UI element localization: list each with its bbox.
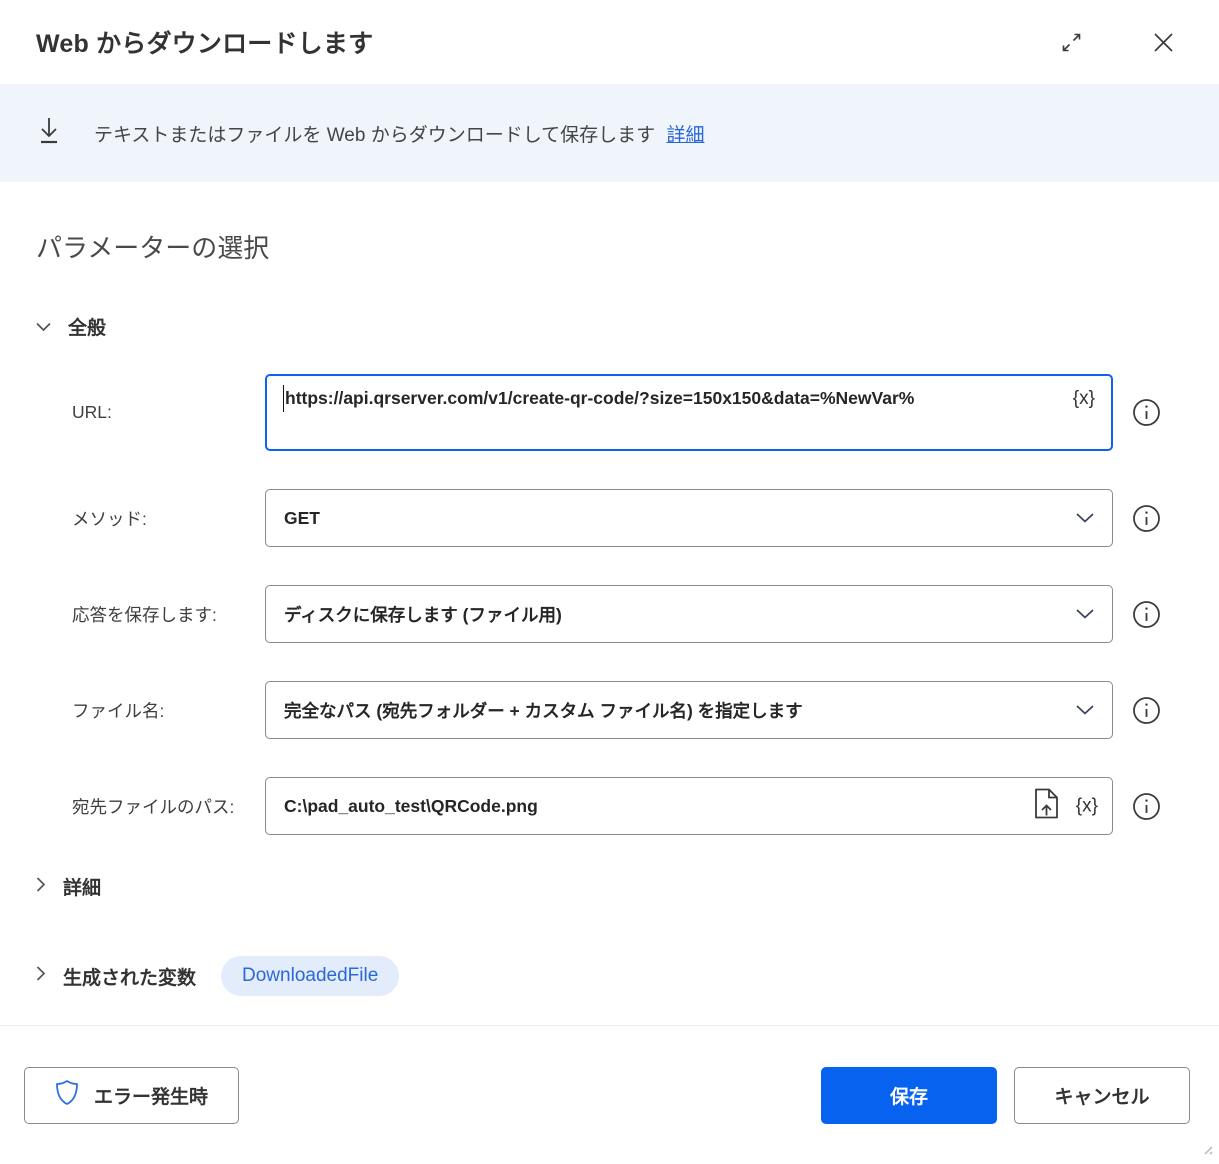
chevron-right-icon [36, 876, 46, 897]
url-label: URL: [72, 402, 112, 422]
section-variables-toggle[interactable]: 生成された変数 DownloadedFile [36, 956, 1183, 996]
info-icon[interactable] [1132, 792, 1161, 821]
save-response-select[interactable]: ディスクに保存します (ファイル用) [265, 585, 1113, 643]
save-response-label: 応答を保存します: [72, 604, 217, 625]
destination-path-value: C:\pad_auto_test\QRCode.png [284, 795, 538, 816]
shield-icon [55, 1079, 79, 1112]
section-general-label: 全般 [68, 318, 107, 339]
field-row-method: メソッド: GET [36, 489, 1183, 547]
url-input[interactable]: https://api.qrserver.com/v1/create-qr-co… [265, 374, 1113, 451]
generated-variable-pill[interactable]: DownloadedFile [221, 956, 400, 996]
on-error-label: エラー発生時 [94, 1086, 209, 1108]
expand-dialog-icon[interactable] [1057, 28, 1086, 57]
section-general-toggle[interactable]: 全般 [36, 313, 1183, 340]
section-advanced-toggle[interactable]: 詳細 [36, 873, 1183, 900]
action-description: テキストまたはファイルを Web からダウンロードして保存します 詳細 [94, 124, 705, 146]
file-picker-icon[interactable] [1033, 788, 1060, 825]
save-button[interactable]: 保存 [821, 1066, 997, 1124]
variable-picker-icon[interactable]: {x} [1076, 795, 1098, 817]
info-icon[interactable] [1132, 696, 1161, 725]
section-variables-label: 生成された変数 [63, 967, 197, 989]
section-advanced-label: 詳細 [63, 878, 102, 899]
parameters-heading: パラメーターの選択 [36, 233, 270, 263]
method-select[interactable]: GET [265, 489, 1113, 547]
save-response-value: ディスクに保存します (ファイル用) [284, 604, 562, 625]
method-label: メソッド: [72, 508, 147, 529]
info-icon[interactable] [1132, 504, 1161, 533]
file-name-label: ファイル名: [72, 700, 165, 721]
dialog-footer: エラー発生時 保存 キャンセル [0, 1025, 1219, 1164]
chevron-down-icon [36, 322, 51, 332]
cancel-button[interactable]: キャンセル [1014, 1066, 1190, 1124]
close-icon[interactable] [1148, 27, 1179, 58]
file-name-value: 完全なパス (宛先フォルダー + カスタム ファイル名) を指定します [284, 700, 803, 721]
chevron-down-icon [1076, 705, 1094, 716]
destination-path-label: 宛先ファイルのパス: [72, 796, 235, 817]
chevron-down-icon [1076, 609, 1094, 620]
variable-picker-icon[interactable]: {x} [1073, 388, 1095, 410]
dialog-title: Web からダウンロードします [36, 30, 374, 58]
field-row-file-name: ファイル名: 完全なパス (宛先フォルダー + カスタム ファイル名) を指定し… [36, 681, 1183, 739]
field-row-destination-path: 宛先ファイルのパス: C:\pad_auto_test\QRCode.png {… [36, 777, 1183, 835]
details-link[interactable]: 詳細 [666, 125, 704, 146]
download-icon [36, 116, 62, 151]
chevron-right-icon [36, 966, 46, 986]
action-description-banner: テキストまたはファイルを Web からダウンロードして保存します 詳細 [0, 84, 1219, 182]
info-icon[interactable] [1132, 600, 1161, 629]
on-error-button[interactable]: エラー発生時 [24, 1066, 240, 1124]
chevron-down-icon [1076, 513, 1094, 524]
url-value: https://api.qrserver.com/v1/create-qr-co… [283, 385, 914, 412]
field-row-url: URL: https://api.qrserver.com/v1/create-… [36, 374, 1183, 451]
method-value: GET [284, 507, 320, 528]
resize-grip[interactable] [1201, 1142, 1213, 1160]
destination-path-input[interactable]: C:\pad_auto_test\QRCode.png {x} [265, 777, 1113, 835]
info-icon[interactable] [1132, 398, 1161, 427]
dialog-header: Web からダウンロードします [0, 0, 1219, 84]
field-row-save-response: 応答を保存します: ディスクに保存します (ファイル用) [36, 585, 1183, 643]
file-name-select[interactable]: 完全なパス (宛先フォルダー + カスタム ファイル名) を指定します [265, 681, 1113, 739]
